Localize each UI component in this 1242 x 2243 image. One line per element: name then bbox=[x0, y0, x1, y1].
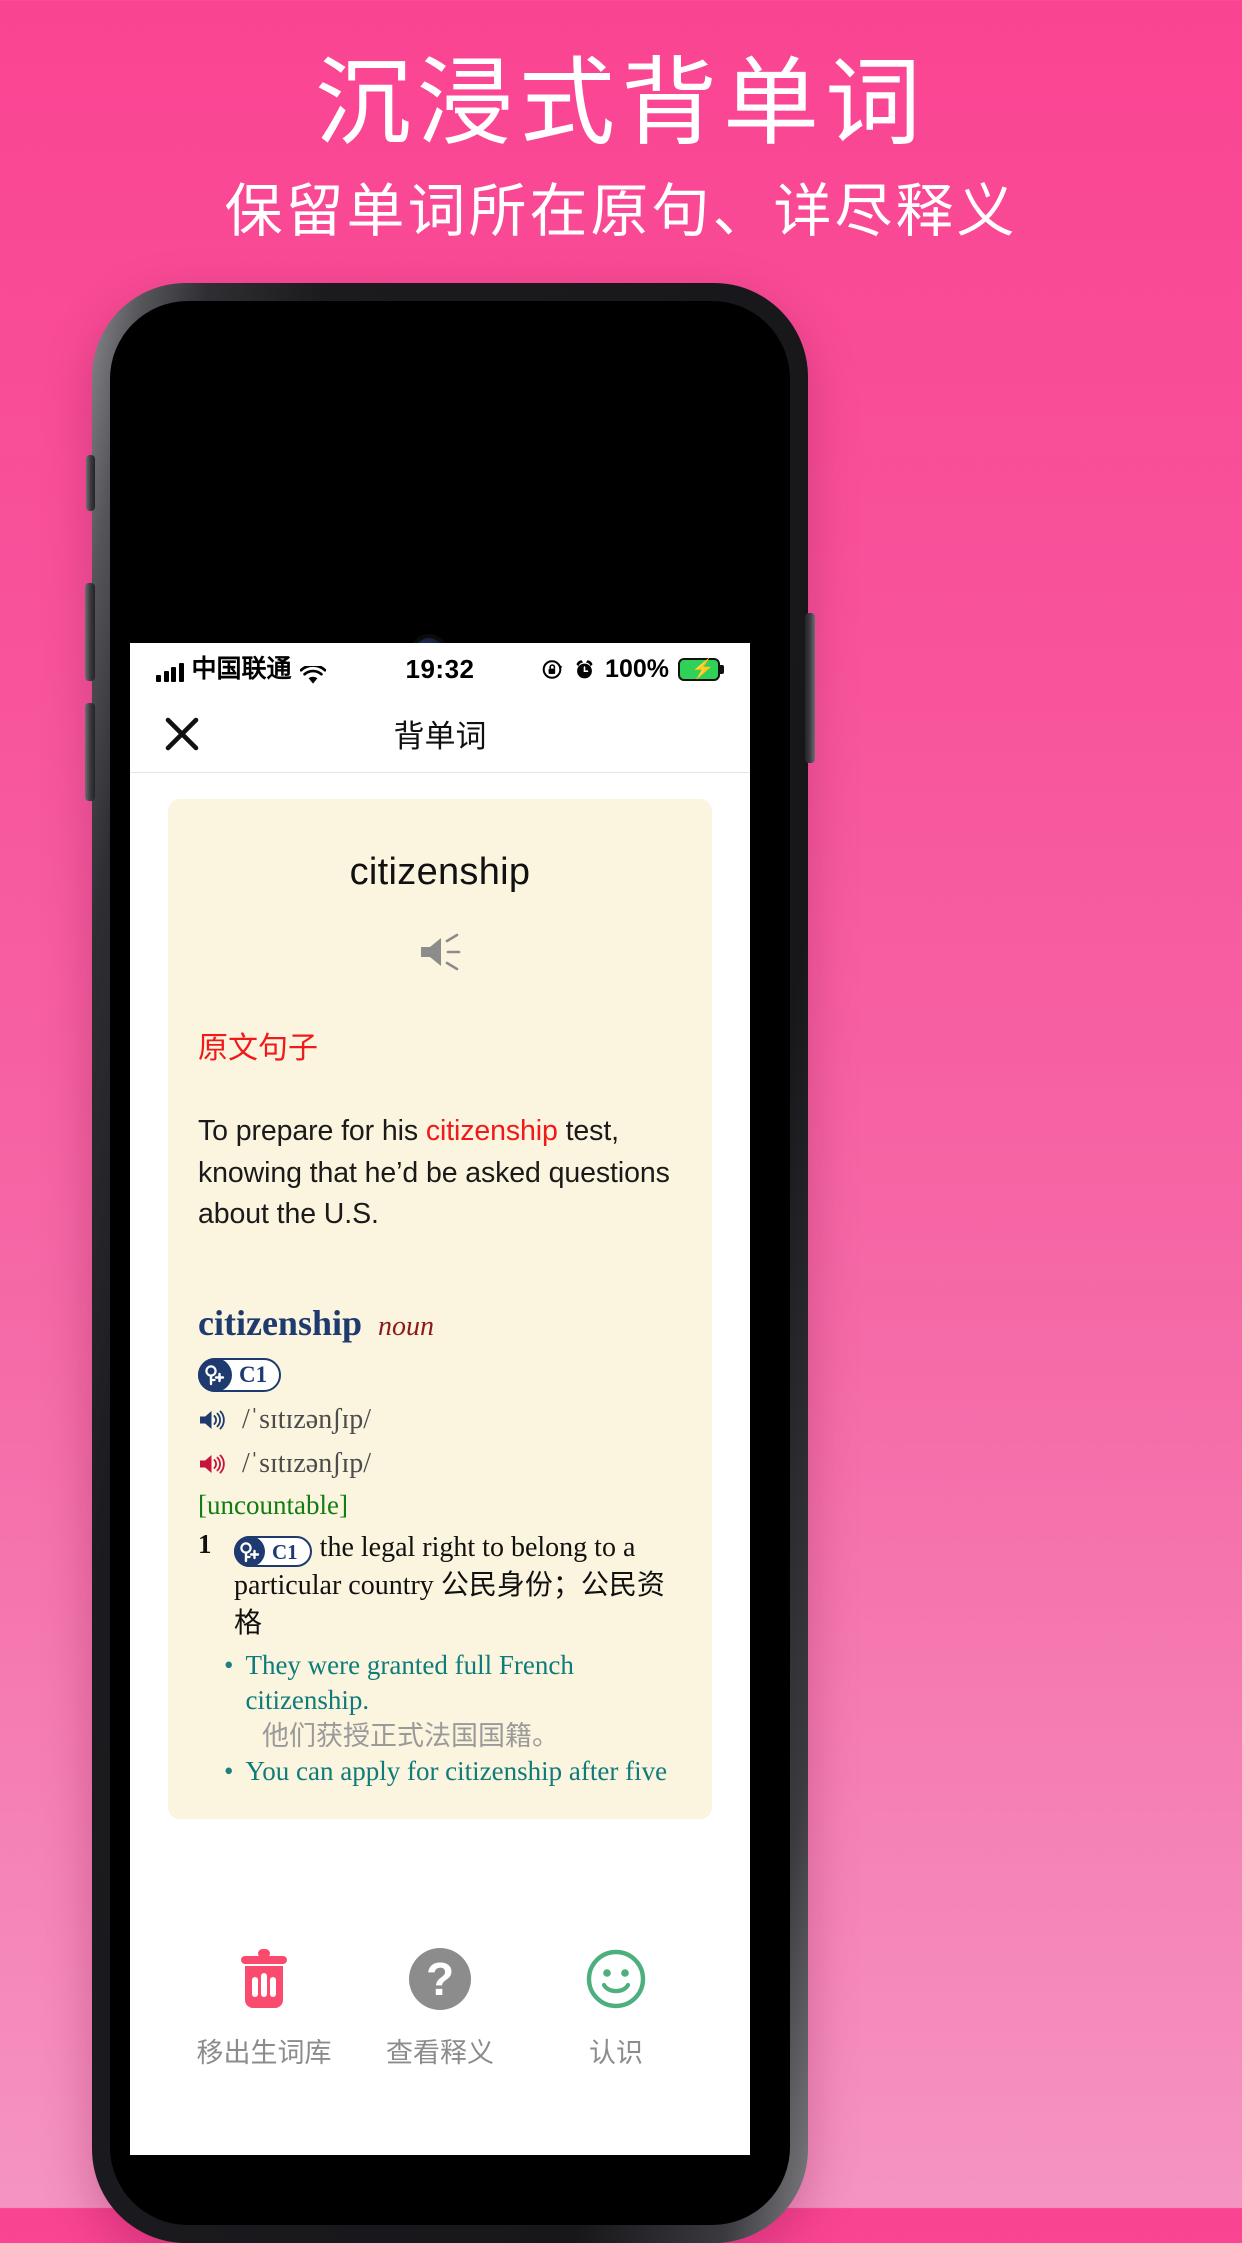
flashcard-headword: citizenship bbox=[349, 851, 531, 893]
sentence-before: To prepare for his bbox=[198, 1115, 426, 1147]
status-bar: 中国联通 19:32 100% ⚡ bbox=[130, 643, 750, 695]
dict-headword: citizenship bbox=[198, 1302, 363, 1343]
promo-subtitle: 保留单词所在原句、详尽释义 bbox=[224, 178, 1018, 244]
toolbar-label: 查看释义 bbox=[386, 2038, 494, 2068]
example-list: • They were granted full French citizens… bbox=[198, 1648, 682, 1788]
trash-icon bbox=[184, 1943, 344, 2015]
pronounce-button[interactable] bbox=[198, 932, 682, 977]
cefr-badge: C1 bbox=[198, 1357, 282, 1392]
key-plus-icon bbox=[234, 1536, 265, 1568]
dict-part-of-speech: noun bbox=[378, 1310, 435, 1342]
example-item: • You can apply for citizenship after fi… bbox=[224, 1754, 682, 1789]
flashcard-container: citizenship 原文句子 To prepare for his citi… bbox=[130, 773, 750, 1819]
toolbar-label: 认识 bbox=[589, 2038, 643, 2068]
sense-cefr-level: C1 bbox=[272, 1539, 298, 1564]
app-screen: 中国联通 19:32 100% ⚡ 背单词 citizenship 原文句子 T… bbox=[130, 643, 750, 2155]
nav-bar: 背单词 bbox=[130, 695, 750, 773]
pronunciation-us[interactable]: /ˈsɪtɪzənʃɪp/ bbox=[198, 1448, 682, 1480]
battery-charging-icon: ⚡ bbox=[678, 657, 724, 681]
key-plus-icon bbox=[198, 1357, 232, 1392]
source-sentence: To prepare for his citizenship test, kno… bbox=[198, 1111, 682, 1236]
phone-volume-down-button bbox=[85, 703, 95, 801]
bottom-toolbar: 移出生词库 ? 查看释义 认识 bbox=[130, 1905, 750, 2155]
phone-power-button bbox=[805, 613, 815, 763]
flashcard: citizenship 原文句子 To prepare for his citi… bbox=[168, 799, 712, 1819]
dictionary-entry: citizenship noun C1 /ˈsɪtɪzənʃɪp/ /ˈsɪtɪ… bbox=[198, 1302, 682, 1789]
ipa-uk: /ˈsɪtɪzənʃɪp/ bbox=[242, 1403, 372, 1435]
status-bar-time: 19:32 bbox=[405, 653, 475, 684]
toolbar-label: 移出生词库 bbox=[196, 2038, 332, 2068]
pronunciation-uk[interactable]: /ˈsɪtɪzənʃɪp/ bbox=[198, 1404, 682, 1436]
grammar-note: [uncountable] bbox=[198, 1489, 348, 1520]
example-item: • They were granted full French citizens… bbox=[224, 1648, 682, 1718]
speaker-uk-icon[interactable] bbox=[198, 1408, 226, 1432]
page-title: 背单词 bbox=[393, 719, 487, 754]
sense-cefr-badge: C1 bbox=[234, 1536, 312, 1568]
example-en: You can apply for citizenship after five bbox=[245, 1755, 668, 1786]
bullet-icon: • bbox=[224, 1755, 234, 1786]
example-zh: 他们获授正式法国国籍。 bbox=[262, 1720, 559, 1751]
smiley-face-icon bbox=[536, 1943, 696, 2015]
speaker-icon bbox=[421, 933, 461, 971]
bullet-icon: • bbox=[224, 1650, 234, 1681]
source-sentence-label: 原文句子 bbox=[198, 1032, 318, 1065]
promo-banner: 沉浸式背单词 保留单词所在原句、详尽释义 bbox=[0, 0, 1242, 243]
question-mark-icon: ? bbox=[360, 1943, 520, 2015]
remove-from-vocab-button[interactable]: 移出生词库 bbox=[184, 1905, 344, 2070]
sense-number: 1 bbox=[198, 1528, 212, 1559]
sense-body: C1 the legal right to belong to a partic… bbox=[234, 1529, 682, 1643]
show-definition-button[interactable]: ? 查看释义 bbox=[360, 1905, 520, 2070]
cefr-level: C1 bbox=[239, 1361, 268, 1387]
speaker-us-icon[interactable] bbox=[198, 1452, 226, 1476]
close-icon[interactable] bbox=[162, 714, 202, 754]
ipa-us: /ˈsɪtɪzənʃɪp/ bbox=[242, 1447, 372, 1479]
know-word-button[interactable]: 认识 bbox=[536, 1905, 696, 2070]
example-en: They were granted full French citizenshi… bbox=[245, 1650, 574, 1716]
sentence-highlight: citizenship bbox=[425, 1115, 558, 1147]
promo-title: 沉浸式背单词 bbox=[315, 50, 927, 157]
phone-mute-switch bbox=[86, 455, 95, 511]
sense-entry: 1 C1 the legal right to belong to a part… bbox=[198, 1529, 682, 1643]
phone-volume-up-button bbox=[85, 583, 95, 681]
